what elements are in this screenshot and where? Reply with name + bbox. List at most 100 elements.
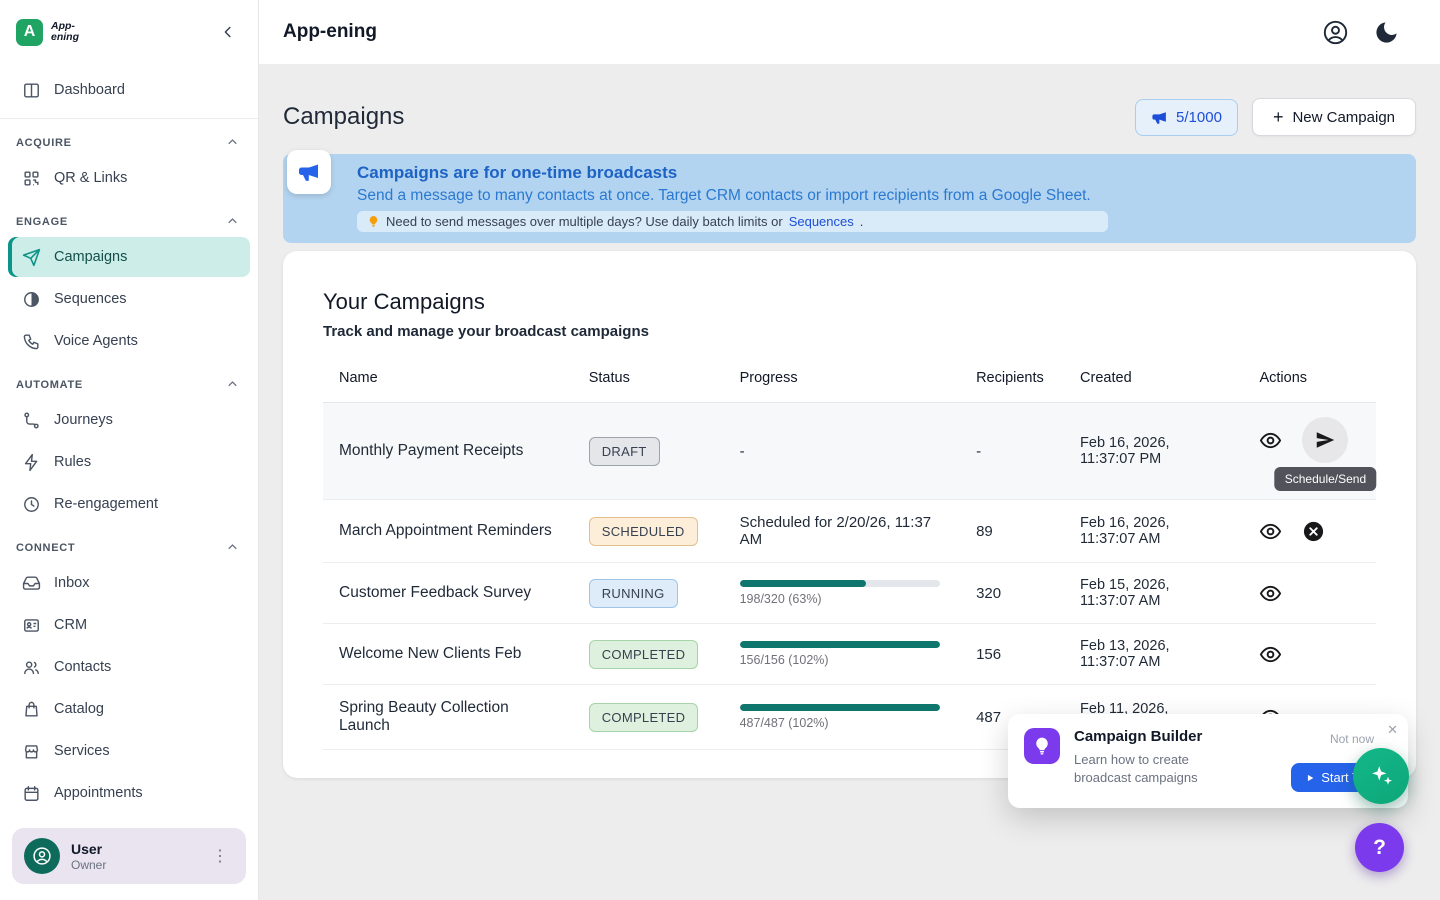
sidebar-item-appointments[interactable]: Appointments	[8, 773, 250, 813]
table-header-row: Name Status Progress Recipients Created …	[323, 354, 1376, 403]
sidebar-item-campaigns[interactable]: Campaigns	[8, 237, 250, 277]
banner-title: Campaigns are for one-time broadcasts	[357, 163, 1400, 183]
row-actions: Schedule/Send	[1259, 417, 1360, 463]
user-icon	[32, 846, 52, 866]
view-button[interactable]	[1259, 520, 1282, 543]
recipients-cell: 320	[960, 563, 1064, 624]
page-header: Campaigns 5/1000 + New Campaign	[283, 84, 1416, 146]
column-header-name: Name	[323, 354, 573, 403]
row-actions	[1259, 582, 1360, 605]
topbar: App-ening	[259, 0, 1440, 64]
user-meta: User Owner	[71, 841, 195, 872]
sequences-link[interactable]: Sequences	[789, 214, 854, 229]
table-row[interactable]: Monthly Payment Receipts DRAFT - - Feb 1…	[323, 403, 1376, 500]
main-area: App-ening Campaigns 5/1000 + New Campaig…	[259, 0, 1440, 900]
dark-mode-moon-icon[interactable]	[1373, 19, 1400, 46]
progress-cell: Scheduled for 2/20/26, 11:37 AM	[724, 500, 960, 563]
status-badge: COMPLETED	[589, 640, 699, 669]
progress-cell: 156/156 (102%)	[724, 624, 960, 685]
sidebar-collapse-button[interactable]	[214, 18, 242, 46]
shopping-bag-icon	[22, 700, 41, 719]
sidebar-item-contacts[interactable]: Contacts	[8, 647, 250, 687]
sidebar-item-qr-links[interactable]: QR & Links	[8, 158, 250, 198]
sidebar-item-label: Journeys	[54, 412, 113, 428]
sidebar-item-crm[interactable]: CRM	[8, 605, 250, 645]
status-badge: DRAFT	[589, 437, 660, 466]
banner-tip: Need to send messages over multiple days…	[357, 211, 1108, 232]
new-campaign-button[interactable]: + New Campaign	[1252, 98, 1416, 136]
chevron-up-icon	[225, 540, 240, 555]
view-button[interactable]	[1259, 582, 1282, 605]
send-button-wrap: Schedule/Send	[1302, 417, 1348, 463]
lightbulb-icon	[367, 215, 380, 228]
section-label: CONNECT	[16, 542, 75, 554]
sidebar-item-label: Catalog	[54, 701, 104, 717]
sidebar-section-automate[interactable]: AUTOMATE	[0, 363, 258, 398]
toast-close-button[interactable]: ✕	[1387, 722, 1398, 738]
sidebar-section-connect[interactable]: CONNECT	[0, 526, 258, 561]
lightbulb-icon	[1032, 736, 1052, 756]
storefront-icon	[22, 742, 41, 761]
sidebar-item-voice-agents[interactable]: Voice Agents	[8, 321, 250, 361]
sidebar-item-catalog[interactable]: Catalog	[8, 689, 250, 729]
table-row[interactable]: Customer Feedback Survey RUNNING 198/320…	[323, 563, 1376, 624]
progress-caption: 487/487 (102%)	[740, 716, 944, 730]
app-logo-text: App- ening	[51, 21, 79, 43]
campaign-name: Monthly Payment Receipts	[323, 403, 573, 500]
view-button[interactable]	[1259, 643, 1282, 666]
sidebar-item-dashboard[interactable]: Dashboard	[8, 70, 250, 110]
plus-icon: +	[1273, 108, 1284, 126]
sidebar-item-inbox[interactable]: Inbox	[8, 563, 250, 603]
ai-assistant-fab[interactable]	[1353, 748, 1409, 804]
lightning-icon	[22, 453, 41, 472]
megaphone-icon	[297, 160, 321, 184]
progress-cell: 487/487 (102%)	[724, 685, 960, 750]
banner-megaphone-badge	[287, 150, 331, 194]
card-title: Your Campaigns	[323, 289, 1376, 315]
route-icon	[22, 411, 41, 430]
status-badge: RUNNING	[589, 579, 678, 608]
help-fab[interactable]: ?	[1355, 823, 1404, 872]
progress-cell: -	[724, 403, 960, 500]
banner-subtitle: Send a message to many contacts at once.…	[357, 187, 1400, 205]
phone-icon	[22, 332, 41, 351]
sidebar-user-card[interactable]: User Owner ⋮	[12, 828, 246, 884]
cancel-button[interactable]	[1302, 520, 1325, 543]
sidebar-item-label: Campaigns	[54, 249, 127, 265]
sidebar-item-label: Voice Agents	[54, 333, 138, 349]
sidebar-divider	[0, 118, 258, 119]
campaign-name: Welcome New Clients Feb	[323, 624, 573, 685]
table-row[interactable]: March Appointment Reminders SCHEDULED Sc…	[323, 500, 1376, 563]
users-icon	[22, 658, 41, 677]
row-actions	[1259, 643, 1360, 666]
page-title: Campaigns	[283, 103, 404, 131]
sidebar-section-acquire[interactable]: ACQUIRE	[0, 121, 258, 156]
sidebar-item-sequences[interactable]: Sequences	[8, 279, 250, 319]
recipients-cell: 156	[960, 624, 1064, 685]
kebab-menu-icon[interactable]: ⋮	[206, 842, 234, 870]
view-button[interactable]	[1259, 429, 1282, 452]
account-icon[interactable]	[1322, 19, 1349, 46]
sidebar-item-journeys[interactable]: Journeys	[8, 400, 250, 440]
sidebar-section-engage[interactable]: ENGAGE	[0, 200, 258, 235]
avatar	[24, 838, 60, 874]
created-cell: Feb 15, 2026, 11:37:07 AM	[1064, 563, 1243, 624]
sidebar-item-rules[interactable]: Rules	[8, 442, 250, 482]
sidebar-item-services[interactable]: Services	[8, 731, 250, 771]
sidebar-item-label: Re-engagement	[54, 496, 158, 512]
not-now-button[interactable]: Not now	[1330, 732, 1374, 746]
section-label: ENGAGE	[16, 216, 68, 228]
campaign-quota-badge[interactable]: 5/1000	[1135, 99, 1238, 136]
campaign-builder-toast: Campaign Builder Learn how to create bro…	[1008, 714, 1408, 808]
calendar-icon	[22, 784, 41, 803]
clock-icon	[22, 495, 41, 514]
send-icon	[1314, 429, 1336, 451]
app-logo: A App- ening	[16, 19, 79, 46]
quota-value: 5/1000	[1176, 109, 1222, 126]
sidebar-item-re-engagement[interactable]: Re-engagement	[8, 484, 250, 524]
new-campaign-label: New Campaign	[1292, 109, 1395, 126]
page-header-actions: 5/1000 + New Campaign	[1135, 98, 1416, 136]
sidebar-item-label: Services	[54, 743, 110, 759]
table-row[interactable]: Welcome New Clients Feb COMPLETED 156/15…	[323, 624, 1376, 685]
schedule-send-button[interactable]	[1302, 417, 1348, 463]
